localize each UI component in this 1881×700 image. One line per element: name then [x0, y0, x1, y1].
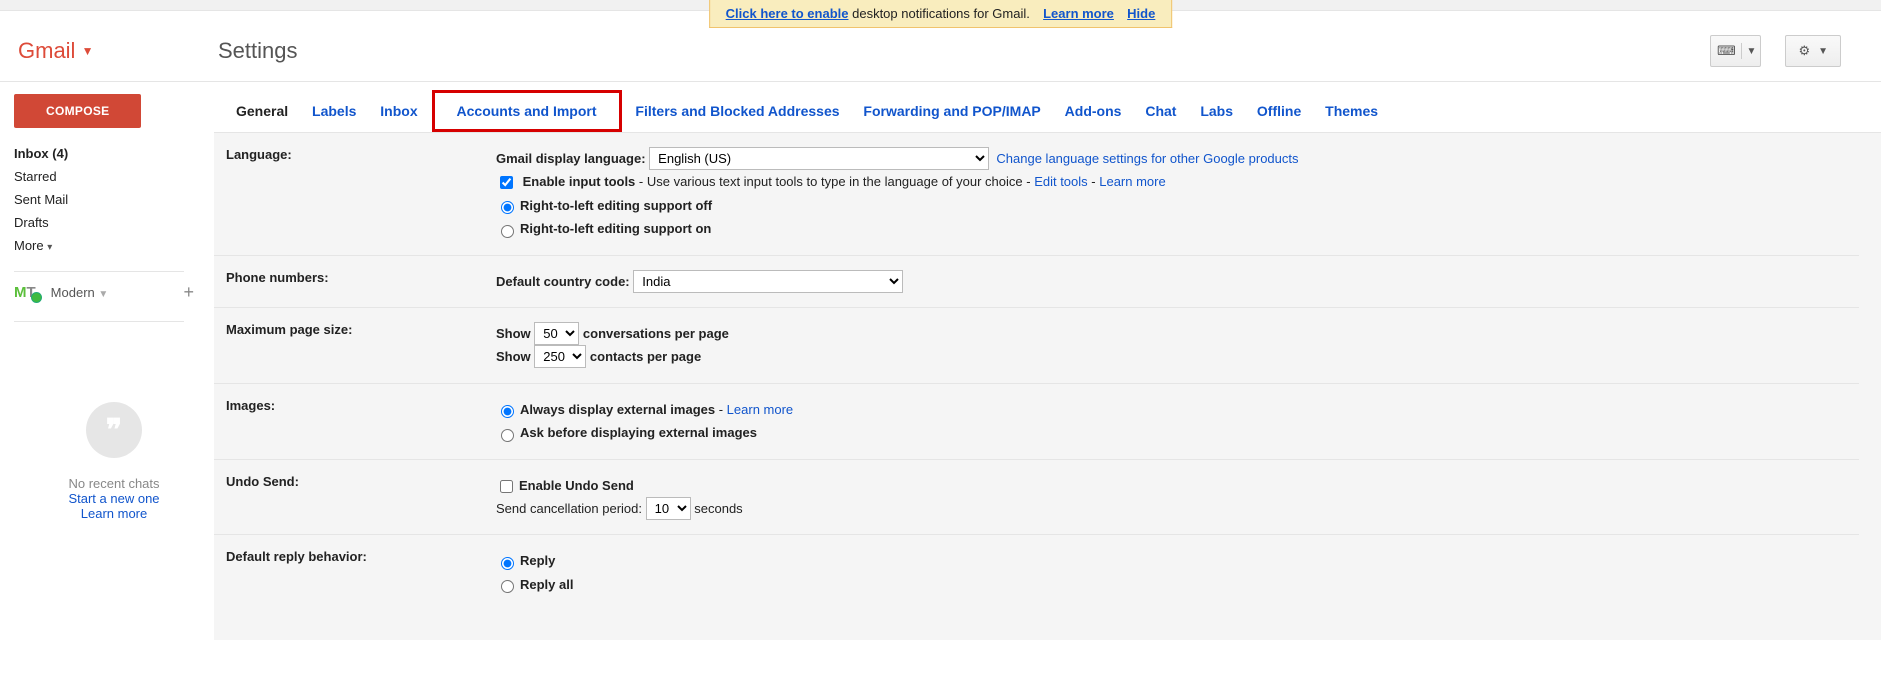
setting-label: Default reply behavior:	[226, 549, 496, 596]
hangouts-start-link[interactable]: Start a new one	[14, 491, 214, 506]
tab-forwarding[interactable]: Forwarding and POP/IMAP	[853, 95, 1050, 127]
page-title: Settings	[218, 38, 1710, 64]
gear-icon: ⚙	[1798, 43, 1810, 59]
settings-main: General Labels Inbox Accounts and Import…	[214, 82, 1881, 640]
hangouts-empty-text: No recent chats	[14, 476, 214, 491]
sidebar-label-modern[interactable]: MT Modern ▼ +	[14, 282, 194, 303]
reply-all-radio[interactable]	[501, 580, 514, 593]
setting-label: Maximum page size:	[226, 322, 496, 369]
enable-undo-send-checkbox[interactable]	[500, 480, 513, 493]
cancellation-period-label: Send cancellation period:	[496, 501, 642, 516]
tab-themes[interactable]: Themes	[1315, 95, 1388, 127]
setting-row-page-size: Maximum page size: Show 50 conversations…	[214, 308, 1859, 384]
desktop-notify-banner: Click here to enable desktop notificatio…	[709, 0, 1173, 28]
input-tools-button[interactable]: ⌨ ▼	[1710, 35, 1761, 67]
always-display-images-label: Always display external images	[520, 402, 715, 417]
setting-label: Language:	[226, 147, 496, 241]
caret-down-icon: ▼	[98, 289, 108, 300]
rtl-on-label: Right-to-left editing support on	[520, 221, 711, 236]
label-icon: MT	[14, 284, 45, 301]
input-tools-label: Enable input tools	[523, 174, 636, 189]
tab-labels[interactable]: Labels	[302, 95, 366, 127]
notify-hide-link[interactable]: Hide	[1127, 6, 1155, 21]
rtl-off-radio[interactable]	[501, 201, 514, 214]
tab-labs[interactable]: Labs	[1190, 95, 1243, 127]
caret-down-icon: ▼	[82, 44, 94, 58]
tab-inbox[interactable]: Inbox	[370, 95, 427, 127]
setting-row-language: Language: Gmail display language: Englis…	[214, 133, 1859, 256]
keyboard-icon: ⌨	[1711, 43, 1742, 59]
reply-all-label: Reply all	[520, 577, 573, 592]
notify-learn-more-link[interactable]: Learn more	[1043, 6, 1114, 21]
tab-general[interactable]: General	[226, 95, 298, 127]
display-language-select[interactable]: English (US)	[649, 147, 989, 170]
tab-filters[interactable]: Filters and Blocked Addresses	[625, 95, 849, 127]
gmail-brand-menu[interactable]: Gmail ▼	[0, 38, 218, 64]
settings-content: Language: Gmail display language: Englis…	[214, 132, 1881, 640]
caret-down-icon: ▼	[1818, 46, 1828, 57]
rtl-off-label: Right-to-left editing support off	[520, 198, 712, 213]
input-tools-learn-more-link[interactable]: Learn more	[1099, 174, 1165, 189]
settings-tabs: General Labels Inbox Accounts and Import…	[214, 88, 1881, 132]
ask-before-images-radio[interactable]	[501, 429, 514, 442]
reply-radio[interactable]	[501, 557, 514, 570]
caret-down-icon: ▾	[47, 242, 52, 253]
ask-before-images-label: Ask before displaying external images	[520, 425, 757, 440]
header-tools: ⌨ ▼ ⚙ ▼	[1710, 35, 1881, 67]
setting-label: Images:	[226, 398, 496, 445]
setting-row-default-reply: Default reply behavior: Reply Reply all	[214, 535, 1859, 610]
edit-tools-link[interactable]: Edit tools	[1034, 174, 1087, 189]
reply-label: Reply	[520, 553, 555, 568]
conversations-per-page-text: conversations per page	[583, 326, 729, 341]
settings-gear-button[interactable]: ⚙ ▼	[1785, 35, 1841, 67]
country-code-label: Default country code:	[496, 274, 630, 289]
images-learn-more-link[interactable]: Learn more	[727, 402, 793, 417]
rtl-on-radio[interactable]	[501, 225, 514, 238]
input-tools-desc: - Use various text input tools to type i…	[635, 174, 1034, 189]
setting-label: Phone numbers:	[226, 270, 496, 293]
sidebar: COMPOSE Inbox (4) Starred Sent Mail Draf…	[0, 82, 214, 640]
seconds-text: seconds	[694, 501, 742, 516]
sidebar-more[interactable]: More ▾	[14, 234, 214, 257]
setting-label: Undo Send:	[226, 474, 496, 521]
tab-addons[interactable]: Add-ons	[1055, 95, 1132, 127]
cancellation-period-select[interactable]: 10	[646, 497, 691, 520]
contacts-per-page-select[interactable]: 250	[534, 345, 586, 368]
setting-row-undo-send: Undo Send: Enable Undo Send Send cancell…	[214, 460, 1859, 536]
tab-chat[interactable]: Chat	[1135, 95, 1186, 127]
always-display-images-radio[interactable]	[501, 405, 514, 418]
sidebar-item-drafts[interactable]: Drafts	[14, 211, 214, 234]
display-language-label: Gmail display language:	[496, 151, 646, 166]
enable-undo-send-label: Enable Undo Send	[519, 478, 634, 493]
tab-accounts-import[interactable]: Accounts and Import	[432, 90, 622, 132]
contacts-per-page-text: contacts per page	[590, 349, 701, 364]
tab-offline[interactable]: Offline	[1247, 95, 1311, 127]
change-language-link[interactable]: Change language settings for other Googl…	[996, 151, 1298, 166]
hangouts-learn-more-link[interactable]: Learn more	[14, 506, 214, 521]
hangouts-quote-icon: ❞	[86, 402, 142, 458]
country-code-select[interactable]: India	[633, 270, 903, 293]
add-label-icon[interactable]: +	[183, 282, 194, 303]
hangouts-widget: ❞ No recent chats Start a new one Learn …	[14, 402, 214, 521]
caret-down-icon: ▼	[1742, 46, 1760, 57]
setting-row-images: Images: Always display external images -…	[214, 384, 1859, 460]
sidebar-item-sent[interactable]: Sent Mail	[14, 188, 214, 211]
enable-input-tools-checkbox[interactable]	[500, 176, 513, 189]
enable-notifications-link[interactable]: Click here to enable	[726, 6, 849, 21]
notify-text: desktop notifications for Gmail.	[852, 6, 1030, 21]
setting-row-phone: Phone numbers: Default country code: Ind…	[214, 256, 1859, 308]
sidebar-item-inbox[interactable]: Inbox (4)	[14, 142, 214, 165]
sidebar-item-starred[interactable]: Starred	[14, 165, 214, 188]
conversations-per-page-select[interactable]: 50	[534, 322, 579, 345]
compose-button[interactable]: COMPOSE	[14, 94, 141, 128]
